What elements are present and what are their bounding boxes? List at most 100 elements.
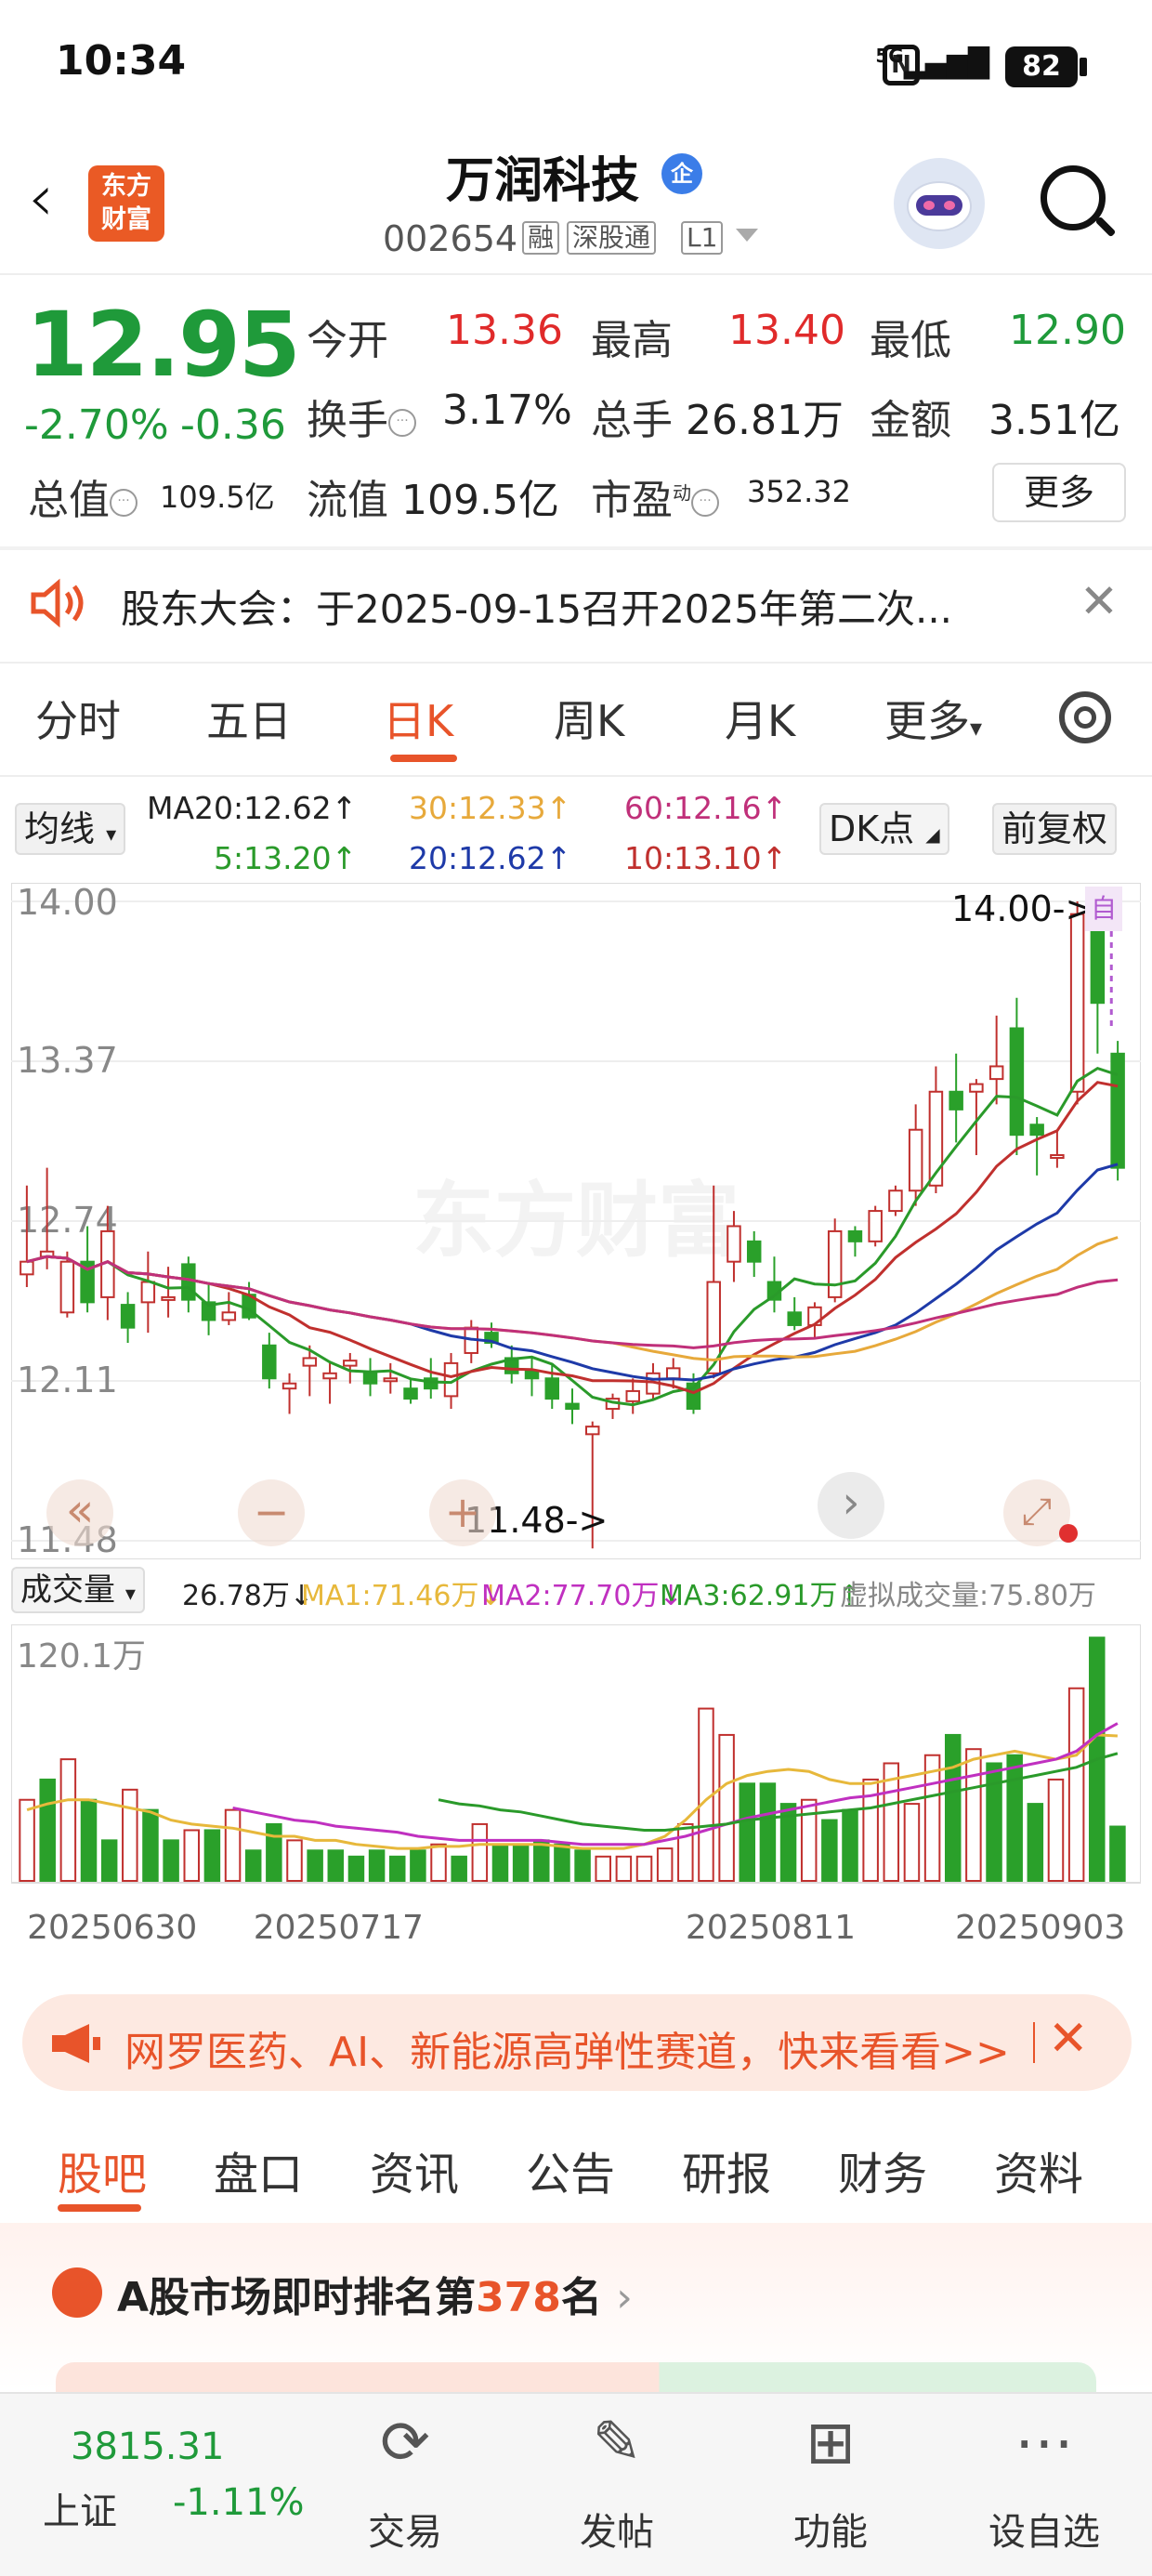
trade-icon[interactable]: ⟳: [312, 2409, 498, 2477]
candle-body: [787, 1311, 802, 1326]
kline-chart[interactable]: 东方财富14.0013.3712.7412.1111.48: [11, 883, 1141, 1559]
volume-bar: [656, 1847, 674, 1882]
tab-profile[interactable]: 资料: [994, 2137, 1083, 2202]
turnover-label[interactable]: 换手 ···: [307, 387, 416, 446]
app-logo[interactable]: 东方 财富: [88, 165, 164, 242]
caret-down-icon: ▾: [124, 1583, 136, 1606]
stock-code: 002654: [383, 218, 518, 259]
nav-add-watchlist[interactable]: 设自选: [951, 2502, 1137, 2556]
volume-selector[interactable]: 成交量 ▾: [11, 1567, 145, 1613]
info-icon[interactable]: ···: [110, 489, 137, 517]
float-cap-value: 109.5亿: [401, 477, 559, 524]
turnover-value: 3.17%: [442, 387, 572, 434]
low-value: 12.90: [1009, 307, 1126, 354]
zoom-in-icon[interactable]: +: [429, 1479, 496, 1546]
nav-trade[interactable]: 交易: [312, 2502, 498, 2556]
candle-body: [746, 1240, 762, 1263]
index-value[interactable]: 3815.31: [71, 2425, 224, 2468]
tab-research[interactable]: 研报: [682, 2137, 771, 2202]
divider: [0, 273, 1152, 275]
volume-bar: [430, 1843, 447, 1883]
network-type: 5G: [875, 45, 904, 67]
info-icon[interactable]: ···: [388, 409, 416, 437]
nav-post[interactable]: 发帖: [524, 2502, 710, 2556]
pe-label[interactable]: 市盈动 ···: [591, 467, 719, 526]
divider: [0, 662, 1152, 664]
open-value: 13.36: [446, 307, 563, 354]
ma10-value: 10:13.10↑: [624, 840, 788, 876]
tab-daily-k[interactable]: 日K: [383, 688, 453, 749]
notice-text[interactable]: 股东大会：于2025-09-15召开2025年第二次...: [121, 578, 952, 635]
volume-bar: [554, 1843, 570, 1883]
candle-body: [888, 1189, 903, 1213]
index-change[interactable]: -1.11%: [173, 2481, 305, 2524]
more-dots-icon[interactable]: ⋯: [951, 2409, 1137, 2477]
back-icon[interactable]: ‹: [28, 165, 54, 230]
ranking-chart-icon: [52, 2267, 102, 2318]
candle-body: [665, 1367, 681, 1380]
candle-body: [383, 1377, 399, 1383]
tab-weekly-k[interactable]: 周K: [554, 688, 624, 749]
connect-tag: 深股通: [567, 221, 657, 255]
index-name[interactable]: 上证: [43, 2481, 117, 2535]
volume-bar: [491, 1843, 509, 1883]
candle-body: [908, 1128, 923, 1192]
volume-bar: [595, 1855, 611, 1882]
ma30-value: 30:12.33↑: [409, 790, 572, 826]
y-tick-label: 13.37: [17, 1040, 118, 1081]
post-icon[interactable]: ✎: [524, 2409, 710, 2477]
volume-bar: [821, 1819, 838, 1882]
total-cap-label[interactable]: 总值 ···: [28, 467, 137, 526]
volume-bar: [512, 1843, 530, 1883]
tab-finance[interactable]: 财务: [838, 2137, 927, 2202]
info-icon[interactable]: ···: [691, 489, 719, 517]
volume-bar: [1047, 1778, 1065, 1882]
robot-avatar-icon[interactable]: [894, 158, 985, 249]
ma-selector[interactable]: 均线 ▾: [15, 803, 126, 855]
tab-five-day[interactable]: 五日: [206, 688, 292, 749]
chevron-down-icon[interactable]: [736, 229, 758, 242]
candle-body: [20, 1260, 34, 1276]
nav-functions[interactable]: 功能: [738, 2502, 923, 2556]
close-icon[interactable]: ✕: [1080, 574, 1119, 628]
speaker-icon: [28, 574, 85, 636]
high-annotation: 14.00->: [951, 888, 1095, 929]
zoom-out-icon[interactable]: −: [238, 1479, 305, 1546]
tab-monthly-k[interactable]: 月K: [725, 688, 795, 749]
adjust-button[interactable]: 前复权: [992, 803, 1118, 855]
candle-body: [362, 1372, 378, 1385]
volume-bar: [410, 1849, 426, 1882]
volume-bar: [1109, 1825, 1126, 1882]
promo-text[interactable]: 网罗医药、AI、新能源高弹性赛道，快来看看>>: [124, 2018, 1010, 2078]
volume-ma3: MA3:62.91万↑: [660, 1580, 861, 1612]
volume-bar: [224, 1808, 242, 1882]
volume-bar: [1006, 1754, 1023, 1882]
volume-bar: [368, 1849, 386, 1882]
caret-down-icon: ▾: [106, 823, 117, 847]
tab-intraday[interactable]: 分时: [35, 688, 121, 749]
volume-bar: [100, 1839, 118, 1882]
candle-body: [727, 1225, 741, 1263]
tab-announcements[interactable]: 公告: [526, 2137, 615, 2202]
close-icon[interactable]: ✕: [1048, 2011, 1089, 2067]
scroll-right-icon[interactable]: ›: [818, 1472, 884, 1539]
dk-point-button[interactable]: DK点 ◢: [819, 803, 949, 855]
grid-icon[interactable]: ⊞: [738, 2409, 923, 2477]
volume-bar: [533, 1839, 550, 1882]
candle-body: [524, 1370, 540, 1380]
tab-more[interactable]: 更多▾: [884, 688, 982, 749]
scroll-left-icon[interactable]: «: [46, 1479, 113, 1546]
more-button[interactable]: 更多: [992, 463, 1126, 522]
volume-bar: [903, 1803, 921, 1882]
ranking-text[interactable]: A股市场即时排名第378名 ›: [117, 2264, 633, 2323]
tab-order-book[interactable]: 盘口: [214, 2137, 303, 2202]
volume-bar: [59, 1758, 77, 1882]
self-drawn-tag[interactable]: 自: [1085, 887, 1122, 931]
volume-bar: [923, 1754, 941, 1882]
status-bar: 10:34 N 5G▂▄▆█ 82: [0, 0, 1152, 139]
tab-news[interactable]: 资讯: [370, 2137, 459, 2202]
volume-bar: [163, 1839, 179, 1882]
change-amount: -0.36: [180, 401, 286, 449]
volume-chart[interactable]: 120.1万 20250630 20250717 20250811 20250903: [11, 1624, 1141, 1972]
tab-guba[interactable]: 股吧: [58, 2137, 147, 2202]
